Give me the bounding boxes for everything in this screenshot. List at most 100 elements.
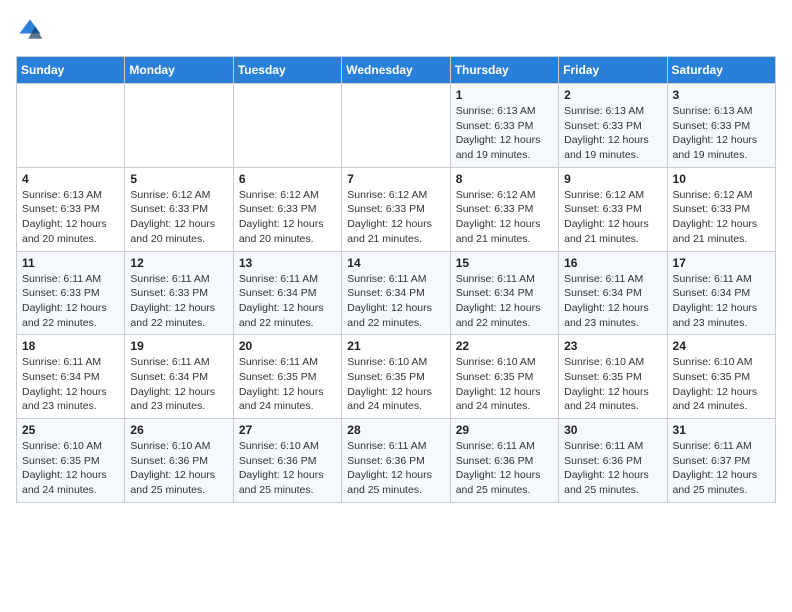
day-number: 21 xyxy=(347,339,444,353)
table-row: 15Sunrise: 6:11 AM Sunset: 6:34 PM Dayli… xyxy=(450,251,558,335)
day-number: 10 xyxy=(673,172,770,186)
day-info: Sunrise: 6:12 AM Sunset: 6:33 PM Dayligh… xyxy=(564,188,661,247)
logo xyxy=(16,16,48,44)
day-info: Sunrise: 6:11 AM Sunset: 6:36 PM Dayligh… xyxy=(456,439,553,498)
day-number: 12 xyxy=(130,256,227,270)
day-info: Sunrise: 6:10 AM Sunset: 6:35 PM Dayligh… xyxy=(22,439,119,498)
day-info: Sunrise: 6:11 AM Sunset: 6:36 PM Dayligh… xyxy=(564,439,661,498)
table-row: 14 Sunrise: 6:11 AM Sunset: 6:34 PM Dayli… xyxy=(342,251,450,335)
table-row xyxy=(125,84,233,168)
table-row: 17 Sunrise: 6:11 AM Sunset: 6:34 PM Dayli… xyxy=(667,251,775,335)
table-row: 28 Sunrise: 6:11 AM Sunset: 6:36 PM Dayli… xyxy=(342,419,450,503)
table-row: 16 Sunrise: 6:11 AM Sunset: 6:34 PM Dayli… xyxy=(559,251,667,335)
header-monday: Monday xyxy=(125,57,233,84)
day-number: 16 xyxy=(564,256,661,270)
table-row: 6Sunrise: 6:12 AM Sunset: 6:33 PM Daylig… xyxy=(233,167,341,251)
day-number: 5 xyxy=(130,172,227,186)
day-number: 25 xyxy=(22,423,119,437)
day-number: 30 xyxy=(564,423,661,437)
day-info: Sunrise: 6:11 AM Sunset: 6:33 PM Dayligh… xyxy=(22,272,119,331)
day-info: Sunrise: 6:12 AM Sunset: 6:33 PM Dayligh… xyxy=(130,188,227,247)
day-number: 27 xyxy=(239,423,336,437)
table-row: 21 Sunrise: 6:10 AM Sunset: 6:35 PM Dayli… xyxy=(342,335,450,419)
header-friday: Friday xyxy=(559,57,667,84)
table-row: 18 Sunrise: 6:11 AM Sunset: 6:34 PM Dayli… xyxy=(17,335,125,419)
day-info: Sunrise: 6:10 AM Sunset: 6:35 PM Dayligh… xyxy=(347,355,444,414)
table-row xyxy=(233,84,341,168)
day-number: 13 xyxy=(239,256,336,270)
table-row: 12 Sunrise: 6:11 AM Sunset: 6:33 PM Dayli… xyxy=(125,251,233,335)
day-info: Sunrise: 6:11 AM Sunset: 6:34 PM Dayligh… xyxy=(673,272,770,331)
table-row: 22 Sunrise: 6:10 AM Sunset: 6:35 PM Dayli… xyxy=(450,335,558,419)
day-info: Sunrise: 6:10 AM Sunset: 6:36 PM Dayligh… xyxy=(239,439,336,498)
day-number: 28 xyxy=(347,423,444,437)
day-info: Sunrise: 6:13 AM Sunset: 6:33 PM Dayligh… xyxy=(673,104,770,163)
day-number: 9 xyxy=(564,172,661,186)
table-row: 27 Sunrise: 6:10 AM Sunset: 6:36 PM Dayli… xyxy=(233,419,341,503)
day-info: Sunrise: 6:12 AM Sunset: 6:33 PM Dayligh… xyxy=(239,188,336,247)
day-info: Sunrise: 6:10 AM Sunset: 6:35 PM Dayligh… xyxy=(564,355,661,414)
table-row xyxy=(342,84,450,168)
calendar-table: SundayMondayTuesdayWednesdayThursdayFrid… xyxy=(16,56,776,503)
day-number: 3 xyxy=(673,88,770,102)
day-info: Sunrise: 6:11 AM Sunset: 6:34 PM Dayligh… xyxy=(347,272,444,331)
header-tuesday: Tuesday xyxy=(233,57,341,84)
table-row: 11 Sunrise: 6:11 AM Sunset: 6:33 PM Dayli… xyxy=(17,251,125,335)
table-row: 5 Sunrise: 6:12 AM Sunset: 6:33 PM Daylig… xyxy=(125,167,233,251)
day-number: 22 xyxy=(456,339,553,353)
week-row-4: 18 Sunrise: 6:11 AM Sunset: 6:34 PM Dayli… xyxy=(17,335,776,419)
header-thursday: Thursday xyxy=(450,57,558,84)
day-number: 2 xyxy=(564,88,661,102)
logo-icon xyxy=(16,16,44,44)
table-row xyxy=(17,84,125,168)
day-number: 11 xyxy=(22,256,119,270)
day-info: Sunrise: 6:12 AM Sunset: 6:33 PM Dayligh… xyxy=(347,188,444,247)
table-row: 7 Sunrise: 6:12 AM Sunset: 6:33 PM Daylig… xyxy=(342,167,450,251)
day-number: 4 xyxy=(22,172,119,186)
table-row: 13 Sunrise: 6:11 AM Sunset: 6:34 PM Dayli… xyxy=(233,251,341,335)
day-info: Sunrise: 6:11 AM Sunset: 6:35 PM Dayligh… xyxy=(239,355,336,414)
table-row: 1 Sunrise: 6:13 AM Sunset: 6:33 PM Daylig… xyxy=(450,84,558,168)
day-number: 18 xyxy=(22,339,119,353)
day-info: Sunrise: 6:11 AM Sunset: 6:34 PM Dayligh… xyxy=(22,355,119,414)
day-info: Sunrise: 6:10 AM Sunset: 6:35 PM Dayligh… xyxy=(673,355,770,414)
day-info: Sunrise: 6:13 AM Sunset: 6:33 PM Dayligh… xyxy=(456,104,553,163)
day-info: Sunrise: 6:12 AM Sunset: 6:33 PM Dayligh… xyxy=(673,188,770,247)
table-row: 9 Sunrise: 6:12 AM Sunset: 6:33 PM Daylig… xyxy=(559,167,667,251)
day-info: Sunrise: 6:11 AM Sunset: 6:34 PM Dayligh… xyxy=(239,272,336,331)
day-number: 7 xyxy=(347,172,444,186)
header-sunday: Sunday xyxy=(17,57,125,84)
day-info: Sunrise: 6:11 AM Sunset: 6:36 PM Dayligh… xyxy=(347,439,444,498)
table-row: 24 Sunrise: 6:10 AM Sunset: 6:35 PM Dayli… xyxy=(667,335,775,419)
day-number: 8 xyxy=(456,172,553,186)
calendar-header: SundayMondayTuesdayWednesdayThursdayFrid… xyxy=(17,57,776,84)
table-row: 8Sunrise: 6:12 AM Sunset: 6:33 PM Daylig… xyxy=(450,167,558,251)
day-number: 20 xyxy=(239,339,336,353)
day-number: 15 xyxy=(456,256,553,270)
header-row: SundayMondayTuesdayWednesdayThursdayFrid… xyxy=(17,57,776,84)
calendar-body: 1 Sunrise: 6:13 AM Sunset: 6:33 PM Daylig… xyxy=(17,84,776,503)
day-info: Sunrise: 6:11 AM Sunset: 6:33 PM Dayligh… xyxy=(130,272,227,331)
week-row-5: 25 Sunrise: 6:10 AM Sunset: 6:35 PM Dayli… xyxy=(17,419,776,503)
table-row: 26Sunrise: 6:10 AM Sunset: 6:36 PM Dayli… xyxy=(125,419,233,503)
table-row: 25 Sunrise: 6:10 AM Sunset: 6:35 PM Dayli… xyxy=(17,419,125,503)
week-row-3: 11 Sunrise: 6:11 AM Sunset: 6:33 PM Dayli… xyxy=(17,251,776,335)
table-row: 23Sunrise: 6:10 AM Sunset: 6:35 PM Dayli… xyxy=(559,335,667,419)
table-row: 19Sunrise: 6:11 AM Sunset: 6:34 PM Dayli… xyxy=(125,335,233,419)
day-number: 24 xyxy=(673,339,770,353)
table-row: 2Sunrise: 6:13 AM Sunset: 6:33 PM Daylig… xyxy=(559,84,667,168)
table-row: 10 Sunrise: 6:12 AM Sunset: 6:33 PM Dayli… xyxy=(667,167,775,251)
day-number: 17 xyxy=(673,256,770,270)
day-info: Sunrise: 6:10 AM Sunset: 6:36 PM Dayligh… xyxy=(130,439,227,498)
day-number: 19 xyxy=(130,339,227,353)
header-saturday: Saturday xyxy=(667,57,775,84)
day-number: 29 xyxy=(456,423,553,437)
day-number: 1 xyxy=(456,88,553,102)
day-number: 31 xyxy=(673,423,770,437)
page-header xyxy=(16,16,776,44)
table-row: 31 Sunrise: 6:11 AM Sunset: 6:37 PM Dayli… xyxy=(667,419,775,503)
day-info: Sunrise: 6:11 AM Sunset: 6:37 PM Dayligh… xyxy=(673,439,770,498)
day-number: 14 xyxy=(347,256,444,270)
day-info: Sunrise: 6:10 AM Sunset: 6:35 PM Dayligh… xyxy=(456,355,553,414)
day-info: Sunrise: 6:11 AM Sunset: 6:34 PM Dayligh… xyxy=(564,272,661,331)
